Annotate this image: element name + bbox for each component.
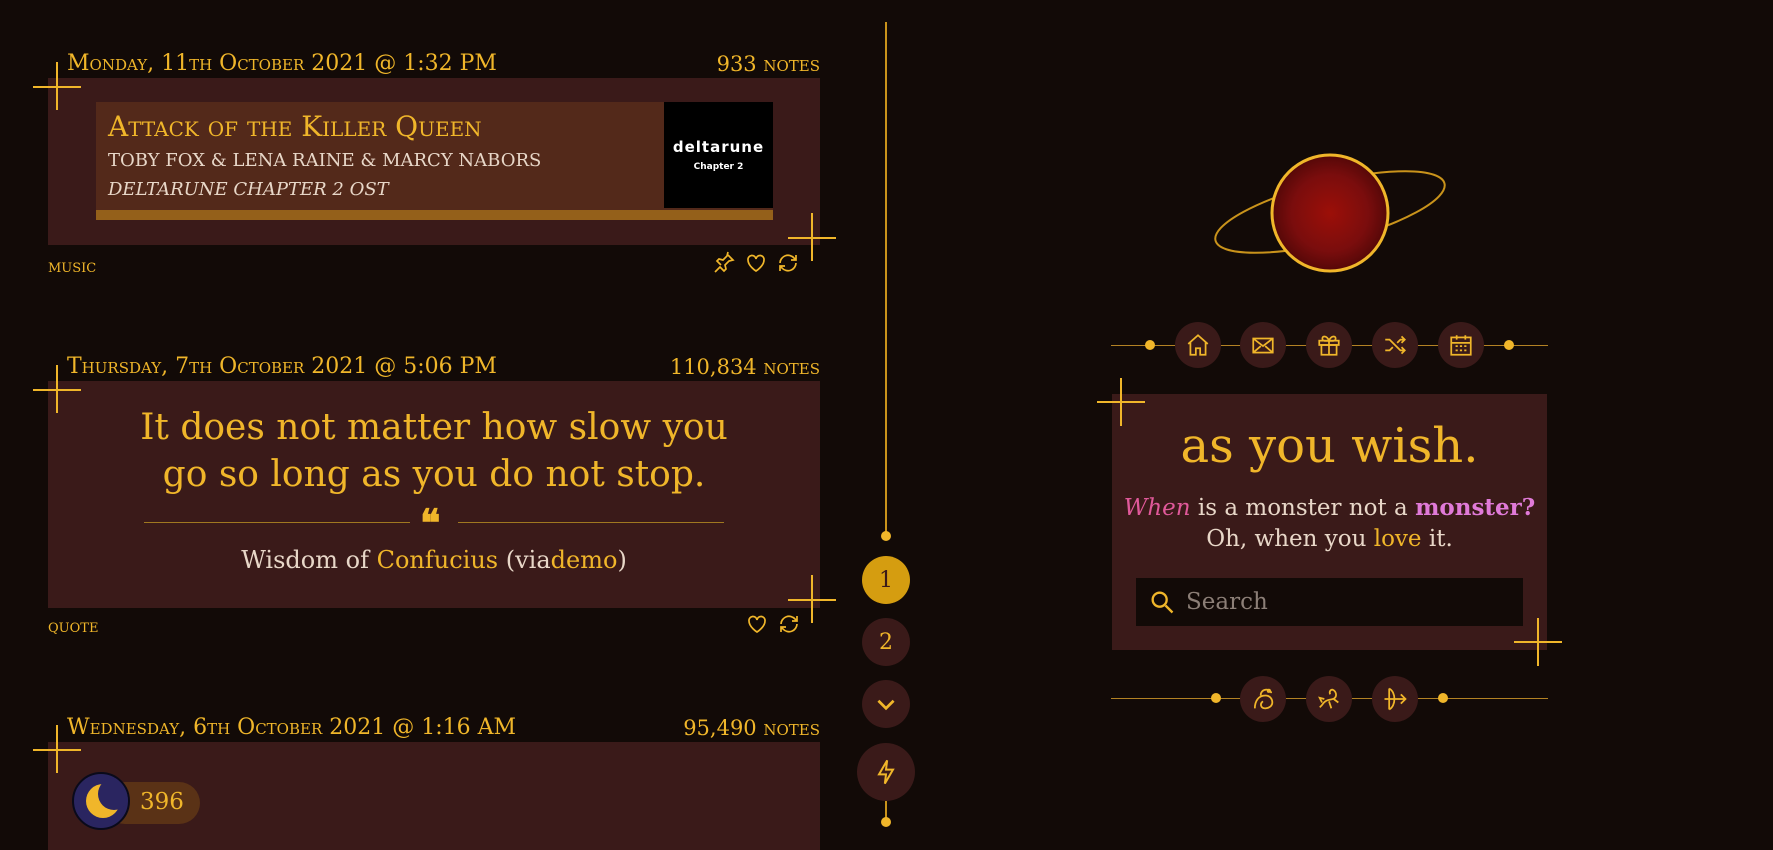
corner-cross bbox=[811, 213, 813, 261]
source-prefix: Wisdom of bbox=[241, 546, 369, 574]
post-date[interactable]: Wednesday, 6th October 2021 @ 1:16 AM bbox=[67, 715, 516, 740]
mail-button[interactable] bbox=[1240, 322, 1286, 368]
zodiac-1-icon bbox=[1253, 688, 1274, 710]
album-art-subtitle: Chapter 2 bbox=[693, 162, 744, 172]
gift-button[interactable] bbox=[1306, 322, 1352, 368]
post-date[interactable]: Thursday, 7th October 2021 @ 5:06 PM bbox=[67, 354, 497, 379]
zodiac-2-icon bbox=[1318, 688, 1339, 709]
pin-icon[interactable] bbox=[712, 251, 736, 275]
lightning-icon bbox=[877, 759, 895, 785]
desc-line2-a: Oh, when you bbox=[1206, 526, 1374, 552]
post-notes[interactable]: 110,834 notes bbox=[670, 355, 820, 379]
track-artist: TOBY FOX & LENA RAINE & MARCY NABORS bbox=[108, 150, 542, 171]
counter-value: 396 bbox=[140, 789, 184, 815]
nav-dot bbox=[1504, 340, 1514, 350]
heart-icon[interactable] bbox=[744, 251, 768, 275]
source-via-link[interactable]: demo bbox=[551, 546, 618, 574]
search-icon bbox=[1151, 591, 1174, 614]
quote-divider bbox=[144, 522, 410, 523]
timeline-dot bbox=[881, 531, 891, 541]
quote-source: Wisdom of Confucius (viademo) bbox=[48, 546, 820, 574]
calendar-icon bbox=[1450, 335, 1472, 356]
reblog-icon[interactable] bbox=[777, 612, 801, 636]
album-art: deltarune Chapter 2 bbox=[664, 102, 773, 208]
home-button[interactable] bbox=[1175, 322, 1221, 368]
gift-icon bbox=[1318, 335, 1340, 356]
reblog-icon[interactable] bbox=[776, 251, 800, 275]
nav-dot bbox=[1145, 340, 1155, 350]
footer-dot bbox=[1211, 693, 1221, 703]
post-1-header: Monday, 11th October 2021 @ 1:32 PM 933 … bbox=[67, 46, 820, 76]
blog-description: When is a monster not a monster? Oh, whe… bbox=[1112, 492, 1547, 555]
post-notes[interactable]: 933 notes bbox=[717, 52, 820, 76]
next-page-button[interactable] bbox=[862, 680, 910, 728]
search-input[interactable] bbox=[1184, 584, 1508, 620]
corner-cross bbox=[811, 575, 813, 623]
post-date[interactable]: Monday, 11th October 2021 @ 1:32 PM bbox=[67, 51, 497, 76]
quote-mark-icon: ❝ bbox=[420, 500, 441, 545]
home-icon bbox=[1187, 334, 1209, 356]
blog-title: as you wish. bbox=[1180, 418, 1479, 474]
calendar-button[interactable] bbox=[1438, 322, 1484, 368]
post-3-header: Wednesday, 6th October 2021 @ 1:16 AM 95… bbox=[67, 710, 820, 740]
desc-when: When bbox=[1123, 495, 1191, 521]
shuffle-icon bbox=[1385, 335, 1406, 355]
desc-monster: monster? bbox=[1415, 494, 1536, 521]
corner-cross bbox=[56, 725, 58, 773]
heart-icon[interactable] bbox=[745, 612, 769, 636]
timeline-dot bbox=[881, 817, 891, 827]
post-actions bbox=[712, 251, 800, 275]
zodiac-1-button[interactable] bbox=[1240, 676, 1286, 722]
desc-love: love bbox=[1373, 526, 1422, 552]
corner-cross bbox=[56, 365, 58, 413]
desc-line2-b: it. bbox=[1421, 526, 1453, 552]
album-art-title: deltarune bbox=[672, 138, 765, 156]
corner-cross bbox=[1537, 618, 1539, 666]
page-1-button[interactable]: 1 bbox=[862, 556, 910, 604]
track-title: Attack of the Killer Queen bbox=[108, 110, 482, 143]
lightning-button[interactable] bbox=[857, 743, 915, 801]
post-tag[interactable]: music bbox=[48, 256, 96, 277]
corner-cross bbox=[1120, 378, 1122, 426]
moon-icon[interactable] bbox=[72, 772, 130, 830]
sagittarius-button[interactable] bbox=[1372, 676, 1418, 722]
post-notes[interactable]: 95,490 notes bbox=[683, 716, 820, 740]
footer-dot bbox=[1438, 693, 1448, 703]
desc-mid: is a monster not a bbox=[1190, 495, 1416, 521]
chevron-down-icon bbox=[877, 699, 895, 711]
page-2-button[interactable]: 2 bbox=[862, 618, 910, 666]
source-via-open: (via bbox=[505, 546, 551, 574]
post-actions bbox=[745, 612, 801, 636]
zodiac-2-button[interactable] bbox=[1306, 676, 1352, 722]
post-2-header: Thursday, 7th October 2021 @ 5:06 PM 110… bbox=[67, 349, 820, 379]
sagittarius-icon bbox=[1384, 687, 1407, 711]
timeline-line bbox=[885, 22, 887, 535]
source-author-link[interactable]: Confucius bbox=[377, 546, 499, 574]
shuffle-button[interactable] bbox=[1372, 322, 1418, 368]
mail-icon bbox=[1252, 337, 1274, 354]
quote-divider bbox=[458, 522, 724, 523]
post-tag[interactable]: quote bbox=[48, 616, 98, 637]
track-progress-bar[interactable] bbox=[96, 210, 773, 220]
source-via-close: ) bbox=[617, 546, 627, 574]
search-box[interactable] bbox=[1136, 578, 1523, 626]
corner-cross bbox=[56, 62, 58, 110]
quote-text: It does not matter how slow you go so lo… bbox=[140, 407, 728, 495]
track-album: DELTARUNE CHAPTER 2 OST bbox=[108, 179, 389, 200]
planet-logo bbox=[1214, 153, 1446, 273]
